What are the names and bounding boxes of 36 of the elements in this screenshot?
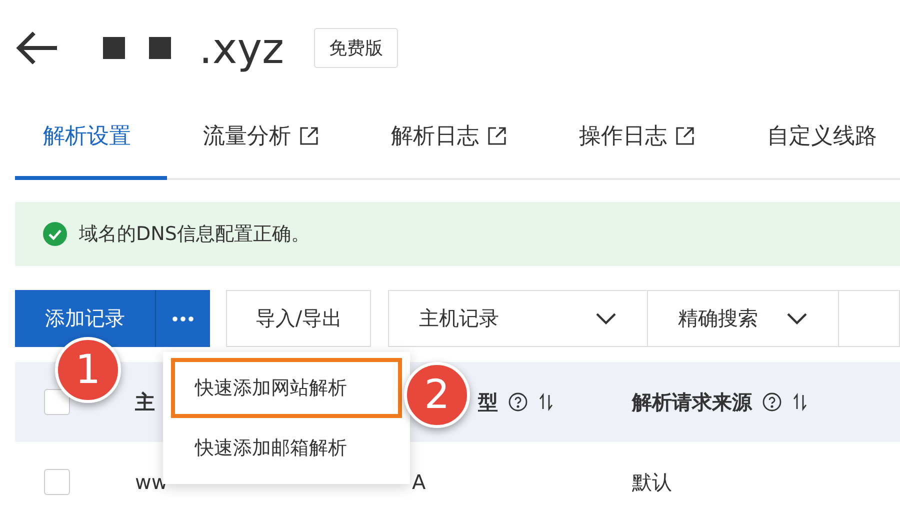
import-export-button[interactable]: 导入/导出 — [226, 290, 372, 347]
checkbox[interactable] — [44, 469, 70, 495]
more-button[interactable] — [155, 290, 210, 347]
help-icon — [762, 392, 782, 412]
redaction-block — [103, 37, 125, 59]
external-link-icon — [675, 126, 695, 146]
sort-icon[interactable] — [792, 393, 808, 411]
tab[interactable]: 解析设置 — [15, 96, 167, 180]
external-link-icon — [299, 126, 319, 146]
tab[interactable]: 流量分析 — [167, 96, 355, 180]
chevron-down-icon — [786, 312, 808, 326]
menu-item[interactable]: 快速添加网站解析 — [171, 358, 402, 418]
table-cell: 默认 — [632, 468, 672, 496]
tab[interactable]: 操作日志 — [543, 96, 731, 180]
tab[interactable]: 自定义线路 — [731, 96, 900, 180]
domain-title: .xyz — [199, 24, 284, 72]
sort-icon[interactable] — [538, 393, 554, 411]
column-header: 解析请求来源 — [632, 388, 752, 416]
external-link-icon — [487, 126, 507, 146]
select-dropdown[interactable]: 精确搜索 — [646, 290, 839, 347]
help-icon — [508, 392, 528, 412]
tab[interactable]: 解析日志 — [355, 96, 543, 180]
column-header: 型 — [478, 388, 498, 416]
more-icon — [172, 316, 194, 322]
table-cell: A — [412, 470, 426, 494]
checkbox[interactable] — [44, 389, 70, 415]
redaction-block — [149, 37, 171, 59]
chevron-down-icon — [594, 312, 617, 326]
alert-text: 域名的DNS信息配置正确。 — [79, 222, 310, 247]
plan-badge: 免费版 — [314, 28, 398, 68]
add-record-button[interactable]: 添加记录 — [15, 290, 155, 347]
back-arrow-icon[interactable] — [15, 30, 59, 66]
select-dropdown[interactable]: 主机记录 — [388, 290, 648, 347]
column-header: 主 — [135, 388, 155, 416]
menu-item[interactable]: 快速添加邮箱解析 — [171, 418, 402, 478]
check-circle-icon — [43, 222, 67, 246]
